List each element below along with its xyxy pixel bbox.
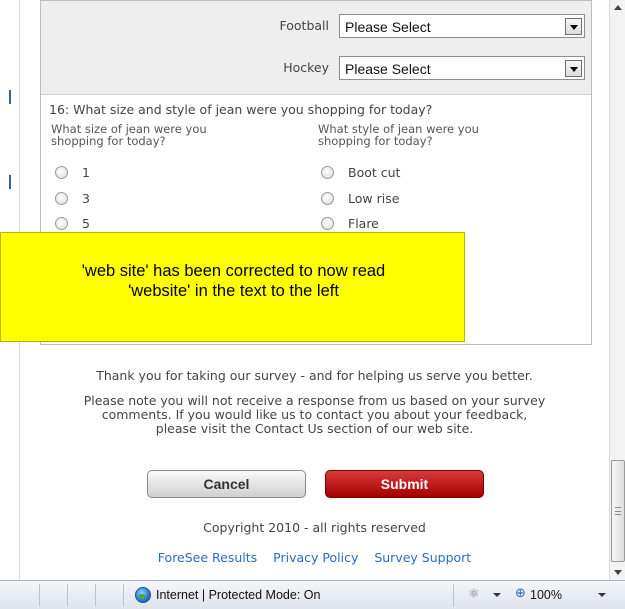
size-option-label: 1	[82, 165, 90, 180]
scrollbar-thumb[interactable]	[611, 460, 625, 562]
sport-row-football: Football Please Select	[41, 14, 591, 38]
status-cell	[0, 584, 40, 606]
vertical-scrollbar[interactable]	[609, 0, 625, 580]
annotation-line: 'website' in the text to the left	[128, 282, 339, 300]
sports-panel: Football Please Select Hockey Please Sel…	[41, 1, 591, 95]
zoom-icon[interactable]: ⊕	[515, 586, 526, 601]
browser-status-bar: Internet | Protected Mode: On ⚛ ⊕ 100%	[0, 580, 625, 609]
size-option-label: 5	[82, 216, 90, 231]
radio-button[interactable]	[55, 166, 68, 179]
chevron-down-icon[interactable]	[565, 60, 582, 77]
scroll-up-icon[interactable]	[610, 0, 625, 16]
scroll-down-icon[interactable]	[610, 564, 625, 580]
sport-row-hockey: Hockey Please Select	[41, 56, 591, 80]
size-option-label: 3	[82, 191, 90, 206]
survey-support-link[interactable]: Survey Support	[374, 550, 471, 565]
privacy-policy-link[interactable]: Privacy Policy	[273, 550, 358, 565]
security-zone-text: Internet | Protected Mode: On	[156, 588, 321, 602]
hockey-label: Hockey	[283, 60, 329, 75]
radio-button[interactable]	[55, 217, 68, 230]
status-cell	[68, 584, 96, 606]
thank-you-text: Thank you for taking our survey - and fo…	[96, 368, 533, 383]
chevron-down-icon[interactable]	[493, 593, 501, 597]
protected-mode-icon[interactable]: ⚛	[468, 588, 484, 602]
football-select-value: Please Select	[345, 19, 431, 35]
football-label: Football	[279, 18, 329, 33]
chevron-down-icon[interactable]	[565, 18, 582, 35]
size-column-header: What size of jean were you shopping for …	[51, 122, 207, 148]
style-column-header: What style of jean were you shopping for…	[318, 122, 479, 148]
globe-icon	[135, 587, 151, 603]
survey-page: Football Please Select Hockey Please Sel…	[0, 0, 609, 580]
frame-marker	[9, 175, 11, 189]
radio-button[interactable]	[55, 192, 68, 205]
hockey-select[interactable]: Please Select	[339, 56, 585, 80]
annotation-line: 'web site' has been corrected to now rea…	[81, 262, 386, 280]
style-option-label: Boot cut	[348, 165, 401, 180]
hockey-select-value: Please Select	[345, 61, 431, 77]
question-title: 16: What size and style of jean were you…	[49, 102, 433, 117]
radio-button[interactable]	[321, 166, 334, 179]
annotation-text: 'web site' has been corrected to now rea…	[1, 261, 466, 301]
notice-text: Please note you will not receive a respo…	[83, 393, 546, 436]
chevron-down-icon[interactable]	[598, 593, 606, 597]
status-cell	[40, 584, 68, 606]
status-cell	[96, 584, 124, 606]
frame-marker	[9, 90, 11, 104]
submit-button[interactable]: Submit	[325, 470, 484, 498]
zoom-level[interactable]: 100%	[530, 588, 562, 602]
annotation-callout: 'web site' has been corrected to now rea…	[0, 232, 465, 342]
radio-button[interactable]	[321, 192, 334, 205]
grip-icon	[615, 507, 621, 515]
copyright-text: Copyright 2010 - all rights reserved	[203, 520, 426, 535]
style-option-label: Low rise	[348, 191, 400, 206]
footer-links: ForeSee Results Privacy Policy Survey Su…	[20, 550, 609, 565]
cancel-button[interactable]: Cancel	[147, 470, 306, 498]
style-option-label: Flare	[348, 216, 379, 231]
foresee-results-link[interactable]: ForeSee Results	[158, 550, 257, 565]
radio-button[interactable]	[321, 217, 334, 230]
football-select[interactable]: Please Select	[339, 14, 585, 38]
